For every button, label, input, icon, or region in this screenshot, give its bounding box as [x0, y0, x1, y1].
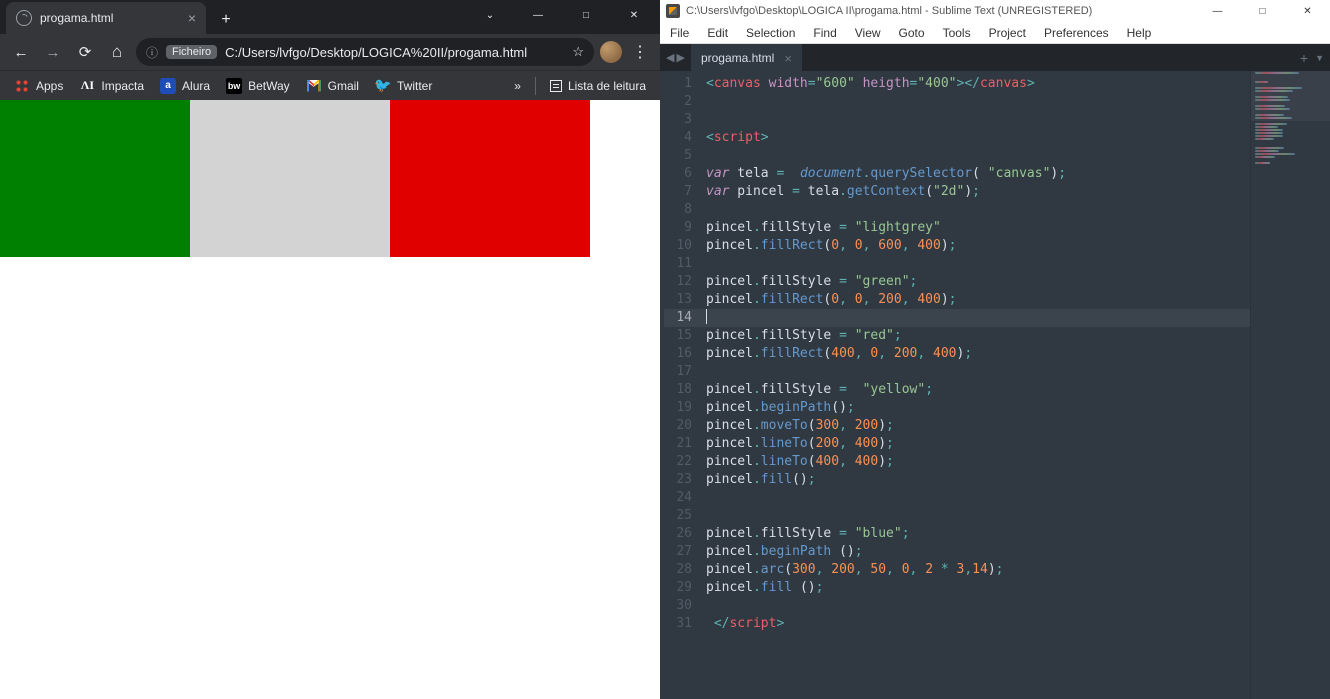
tab-title: progama.html [40, 11, 180, 25]
chrome-window-controls: ⌄ — □ ✕ [468, 0, 656, 30]
menu-help[interactable]: Help [1119, 24, 1160, 42]
sublime-window-controls: — □ ✕ [1195, 0, 1330, 22]
tab-forward-icon[interactable]: ▶ [676, 51, 684, 64]
bookmark-label: Gmail [328, 79, 359, 93]
tab-history-nav: ◀ ▶ [660, 44, 691, 71]
alura-icon: a [160, 78, 176, 94]
sublime-titlebar[interactable]: C:\Users\lvfgo\Desktop\LOGICA II\progama… [660, 0, 1330, 22]
maximize-button[interactable]: □ [1240, 0, 1285, 22]
bookmark-label: Lista de leitura [568, 79, 646, 93]
menu-preferences[interactable]: Preferences [1036, 24, 1117, 42]
menu-find[interactable]: Find [805, 24, 844, 42]
menu-file[interactable]: File [662, 24, 697, 42]
profile-avatar[interactable] [600, 41, 622, 63]
sublime-menubar: FileEditSelectionFindViewGotoToolsProjec… [660, 22, 1330, 44]
site-info-icon[interactable]: ⓘ [146, 44, 158, 61]
sublime-text-window: C:\Users\lvfgo\Desktop\LOGICA II\progama… [660, 0, 1330, 699]
back-button[interactable]: ← [8, 39, 34, 65]
url-text: C:/Users/lvfgo/Desktop/LOGICA%20II/proga… [225, 45, 527, 60]
bookmark-star-icon[interactable]: ☆ [572, 44, 584, 60]
editor-body: 1234567891011121314151617181920212223242… [660, 71, 1330, 699]
editor-tab[interactable]: progama.html × [691, 44, 802, 71]
bookmark-label: BetWay [248, 79, 290, 93]
tab-close-icon[interactable]: × [784, 51, 792, 66]
minimize-button[interactable]: — [516, 0, 560, 30]
sublime-tabbar: ◀ ▶ progama.html × + ▼ [660, 44, 1330, 71]
maximize-button[interactable]: □ [564, 0, 608, 30]
bookmark-twitter[interactable]: 🐦 Twitter [369, 74, 438, 98]
forward-button[interactable]: → [40, 39, 66, 65]
apps-grid-icon [14, 78, 30, 94]
tab-back-icon[interactable]: ◀ [666, 51, 674, 64]
bookmark-alura[interactable]: a Alura [154, 74, 216, 98]
editor-tab-title: progama.html [701, 51, 774, 65]
menu-edit[interactable]: Edit [699, 24, 736, 42]
minimize-button[interactable]: — [1195, 0, 1240, 22]
menu-goto[interactable]: Goto [891, 24, 933, 42]
bookmark-label: Apps [36, 79, 63, 93]
address-bar-row: ← → ⟳ ⌂ ⓘ Ficheiro C:/Users/lvfgo/Deskto… [0, 34, 660, 70]
tab-dropdown-icon[interactable]: ▼ [1315, 44, 1324, 71]
bookmark-gmail[interactable]: Gmail [300, 74, 365, 98]
sublime-app-icon [666, 4, 680, 18]
close-window-button[interactable]: ✕ [1285, 0, 1330, 22]
reading-list-icon [550, 80, 562, 92]
menu-selection[interactable]: Selection [738, 24, 803, 42]
globe-icon [16, 10, 32, 26]
chrome-browser: progama.html × + ⌄ — □ ✕ ← → ⟳ ⌂ ⓘ Fiche… [0, 0, 660, 699]
bookmark-apps[interactable]: Apps [8, 74, 69, 98]
bookmark-label: Impacta [101, 79, 144, 93]
divider [535, 77, 536, 95]
reading-list-button[interactable]: Lista de leitura [544, 75, 652, 97]
canvas-rect [0, 100, 190, 257]
bookmark-betway[interactable]: bw BetWay [220, 74, 296, 98]
bookmark-label: Alura [182, 79, 210, 93]
page-viewport [0, 100, 660, 699]
reload-button[interactable]: ⟳ [72, 39, 98, 65]
home-button[interactable]: ⌂ [104, 39, 130, 65]
new-tab-button[interactable]: + [212, 6, 240, 34]
twitter-icon: 🐦 [375, 78, 391, 94]
account-dropdown-icon[interactable]: ⌄ [468, 0, 512, 30]
canvas-rect [190, 100, 390, 257]
canvas-rect [390, 100, 590, 257]
window-title: C:\Users\lvfgo\Desktop\LOGICA II\progama… [686, 5, 1092, 17]
chrome-menu-button[interactable]: ⋮ [628, 42, 652, 62]
gmail-icon [306, 78, 322, 94]
url-scheme-chip: Ficheiro [166, 45, 217, 59]
impacta-icon: ɅI [79, 78, 95, 94]
omnibox[interactable]: ⓘ Ficheiro C:/Users/lvfgo/Desktop/LOGICA… [136, 38, 594, 66]
code-area[interactable]: <canvas width="600" heigth="400"></canva… [702, 71, 1250, 699]
tab-strip: progama.html × + ⌄ — □ ✕ [0, 0, 660, 34]
bookmarks-overflow[interactable]: » [508, 79, 527, 93]
tab-close-icon[interactable]: × [188, 11, 196, 25]
close-window-button[interactable]: ✕ [612, 0, 656, 30]
line-gutter[interactable]: 1234567891011121314151617181920212223242… [660, 71, 702, 699]
minimap[interactable] [1250, 71, 1330, 699]
menu-tools[interactable]: Tools [935, 24, 979, 42]
menu-view[interactable]: View [847, 24, 889, 42]
betway-icon: bw [226, 78, 242, 94]
bookmark-impacta[interactable]: ɅI Impacta [73, 74, 150, 98]
browser-tab[interactable]: progama.html × [6, 2, 206, 34]
bookmarks-bar: Apps ɅI Impacta a Alura bw BetWay Gmail 🐦 Tw… [0, 70, 660, 100]
chrome-top: progama.html × + ⌄ — □ ✕ ← → ⟳ ⌂ ⓘ Fiche… [0, 0, 660, 100]
menu-project[interactable]: Project [981, 24, 1034, 42]
bookmark-label: Twitter [397, 79, 432, 93]
canvas-output [0, 100, 590, 257]
new-tab-icon[interactable]: + [1300, 44, 1308, 71]
